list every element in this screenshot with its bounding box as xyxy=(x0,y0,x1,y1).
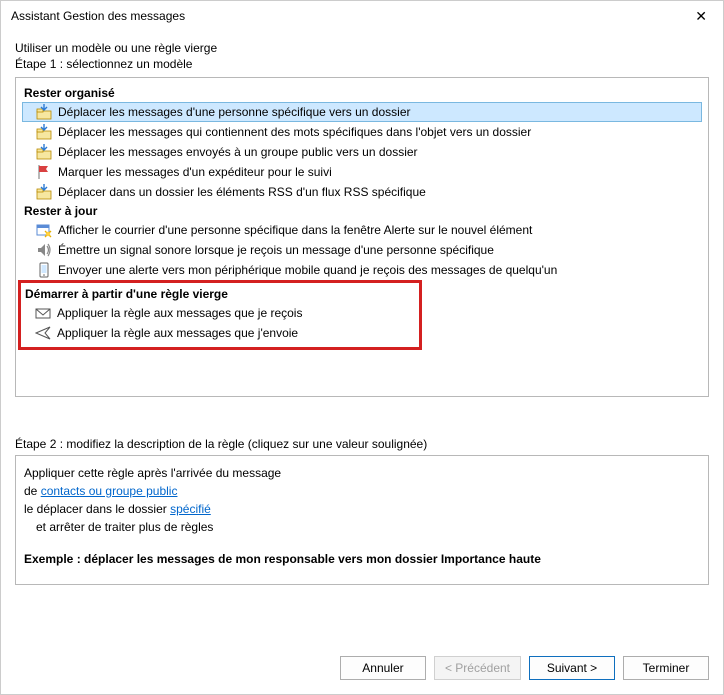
blank-rule-highlight: Démarrer à partir d'une règle vierge App… xyxy=(18,280,422,350)
template-panel: Rester organisé Déplacer les messages d'… xyxy=(15,77,709,397)
rule-template-label: Émettre un signal sonore lorsque je reço… xyxy=(58,241,494,259)
rule-template-label: Déplacer dans un dossier les éléments RS… xyxy=(58,183,426,201)
desc-line-3-pre: le déplacer dans le dossier xyxy=(24,502,170,516)
section-header-organised: Rester organisé xyxy=(22,84,702,102)
rule-template-label: Déplacer les messages envoyés à un group… xyxy=(58,143,418,161)
rule-template-label: Déplacer les messages d'une personne spé… xyxy=(58,103,411,121)
rule-list-organised: Déplacer les messages d'une personne spé… xyxy=(22,102,702,202)
rule-template-label: Appliquer la règle aux messages que j'en… xyxy=(57,324,298,342)
rule-list-uptodate: Afficher le courrier d'une personne spéc… xyxy=(22,220,702,280)
rule-template-sound[interactable]: Émettre un signal sonore lorsque je reço… xyxy=(22,240,702,260)
rule-template-mobile[interactable]: Envoyer une alerte vers mon périphérique… xyxy=(22,260,702,280)
envelope-icon xyxy=(35,305,51,321)
rule-template-move-words[interactable]: Déplacer les messages qui contiennent de… xyxy=(22,122,702,142)
desc-line-2-pre: de xyxy=(24,484,41,498)
desc-example: Exemple : déplacer les messages de mon r… xyxy=(24,550,700,568)
step2-label: Étape 2 : modifiez la description de la … xyxy=(15,437,709,451)
rule-description-box: Appliquer cette règle après l'arrivée du… xyxy=(15,455,709,585)
title-bar: Assistant Gestion des messages ✕ xyxy=(1,1,723,31)
content-area: Utiliser un modèle ou une règle vierge É… xyxy=(1,31,723,638)
rule-template-flag[interactable]: Marquer les messages d'un expéditeur pou… xyxy=(22,162,702,182)
rule-template-label: Afficher le courrier d'une personne spéc… xyxy=(58,221,532,239)
next-button[interactable]: Suivant > xyxy=(529,656,615,680)
mobile-icon xyxy=(36,262,52,278)
desc-line-1: Appliquer cette règle après l'arrivée du… xyxy=(24,464,700,482)
flag-icon xyxy=(36,164,52,180)
rule-template-move-person[interactable]: Déplacer les messages d'une personne spé… xyxy=(22,102,702,122)
send-icon xyxy=(35,325,51,341)
rule-template-blank-receive[interactable]: Appliquer la règle aux messages que je r… xyxy=(21,303,419,323)
sound-icon xyxy=(36,242,52,258)
rule-template-label: Déplacer les messages qui contiennent de… xyxy=(58,123,531,141)
rule-template-label: Envoyer une alerte vers mon périphérique… xyxy=(58,261,557,279)
rules-wizard-window: Assistant Gestion des messages ✕ Utilise… xyxy=(0,0,724,695)
rule-template-alert-window[interactable]: Afficher le courrier d'une personne spéc… xyxy=(22,220,702,240)
cancel-button[interactable]: Annuler xyxy=(340,656,426,680)
dialog-button-row: Annuler < Précédent Suivant > Terminer xyxy=(1,638,723,694)
section-header-blank: Démarrer à partir d'une règle vierge xyxy=(21,285,419,303)
intro-line-2: Étape 1 : sélectionnez un modèle xyxy=(15,57,709,71)
rule-template-label: Marquer les messages d'un expéditeur pou… xyxy=(58,163,332,181)
move-to-folder-icon xyxy=(36,144,52,160)
section-header-uptodate: Rester à jour xyxy=(22,202,702,220)
move-to-folder-icon xyxy=(36,124,52,140)
rule-template-rss[interactable]: Déplacer dans un dossier les éléments RS… xyxy=(22,182,702,202)
desc-line-3: le déplacer dans le dossier spécifié xyxy=(24,500,700,518)
rule-list-blank: Appliquer la règle aux messages que je r… xyxy=(21,303,419,343)
desc-line-2: de contacts ou groupe public xyxy=(24,482,700,500)
window-title: Assistant Gestion des messages xyxy=(11,9,185,23)
desc-line-4: et arrêter de traiter plus de règles xyxy=(24,518,700,536)
link-folder[interactable]: spécifié xyxy=(170,502,211,516)
back-button[interactable]: < Précédent xyxy=(434,656,521,680)
alert-window-icon xyxy=(36,222,52,238)
link-contacts[interactable]: contacts ou groupe public xyxy=(41,484,178,498)
move-to-folder-icon xyxy=(36,104,52,120)
close-icon[interactable]: ✕ xyxy=(687,4,715,29)
intro-line-1: Utiliser un modèle ou une règle vierge xyxy=(15,41,709,55)
rule-template-label: Appliquer la règle aux messages que je r… xyxy=(57,304,302,322)
finish-button[interactable]: Terminer xyxy=(623,656,709,680)
rule-template-move-group[interactable]: Déplacer les messages envoyés à un group… xyxy=(22,142,702,162)
move-to-folder-icon xyxy=(36,184,52,200)
rule-template-blank-send[interactable]: Appliquer la règle aux messages que j'en… xyxy=(21,323,419,343)
